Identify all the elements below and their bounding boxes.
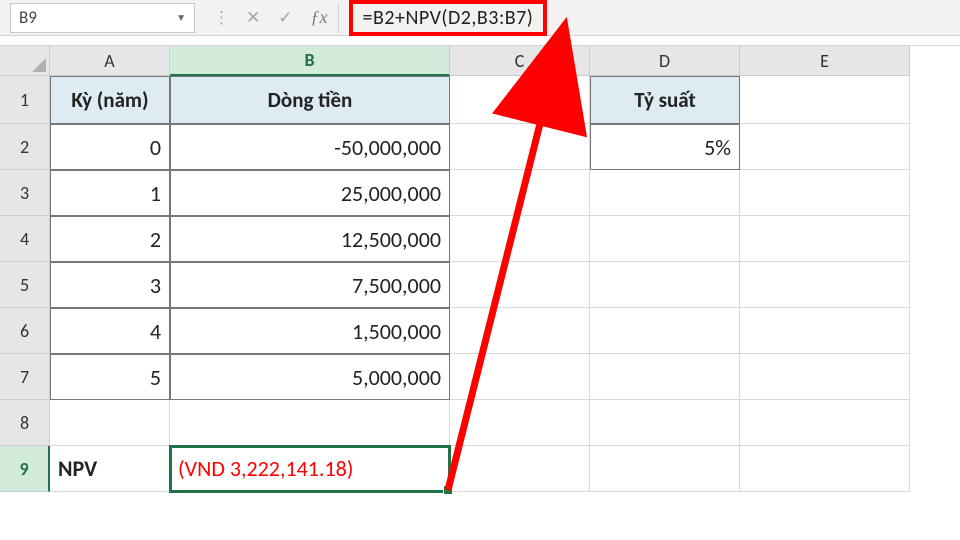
- row-header-9[interactable]: 9: [0, 446, 50, 492]
- enter-icon[interactable]: ✓: [278, 7, 292, 28]
- col-header-E[interactable]: E: [740, 46, 910, 76]
- name-box[interactable]: B9 ▼: [10, 3, 195, 33]
- row-header-6[interactable]: 6: [0, 308, 50, 354]
- column-header-row: A B C D E: [0, 46, 960, 76]
- cell-B7[interactable]: 5,000,000: [170, 354, 450, 400]
- formula-text: =B2+NPV(D2,B3:B7): [349, 0, 548, 36]
- cell-E5[interactable]: [740, 262, 910, 308]
- vertical-dots-icon: ⋮: [213, 7, 228, 28]
- cell-E6[interactable]: [740, 308, 910, 354]
- row-header-4[interactable]: 4: [0, 216, 50, 262]
- grid-row: 5 3 7,500,000: [0, 262, 960, 308]
- cell-A1[interactable]: Kỳ (năm): [50, 76, 170, 124]
- cell-A7[interactable]: 5: [50, 354, 170, 400]
- cell-E7[interactable]: [740, 354, 910, 400]
- cell-E2[interactable]: [740, 124, 910, 170]
- cell-B2[interactable]: -50,000,000: [170, 124, 450, 170]
- spacer: [0, 36, 960, 46]
- select-all-corner[interactable]: [0, 46, 50, 76]
- cell-D6[interactable]: [590, 308, 740, 354]
- cell-D1[interactable]: Tỷ suất: [590, 76, 740, 124]
- grid-row: 9 NPV (VND 3,222,141.18): [0, 446, 960, 492]
- grid-row: 3 1 25,000,000: [0, 170, 960, 216]
- cell-D9[interactable]: [590, 446, 740, 492]
- col-header-D[interactable]: D: [590, 46, 740, 76]
- row-header-5[interactable]: 5: [0, 262, 50, 308]
- cell-D4[interactable]: [590, 216, 740, 262]
- row-header-2[interactable]: 2: [0, 124, 50, 170]
- cell-A8[interactable]: [50, 400, 170, 446]
- cell-C6[interactable]: [450, 308, 590, 354]
- cell-B8[interactable]: [170, 400, 450, 446]
- cell-E4[interactable]: [740, 216, 910, 262]
- cell-C2[interactable]: [450, 124, 590, 170]
- cell-A4[interactable]: 2: [50, 216, 170, 262]
- row-header-8[interactable]: 8: [0, 400, 50, 446]
- grid-row: 8: [0, 400, 960, 446]
- cell-B6[interactable]: 1,500,000: [170, 308, 450, 354]
- cell-D8[interactable]: [590, 400, 740, 446]
- cell-C5[interactable]: [450, 262, 590, 308]
- cell-C7[interactable]: [450, 354, 590, 400]
- cell-D3[interactable]: [590, 170, 740, 216]
- fx-icon[interactable]: ƒx: [307, 3, 339, 33]
- grid-row: 7 5 5,000,000: [0, 354, 960, 400]
- cell-A9[interactable]: NPV: [50, 446, 170, 492]
- cell-B1[interactable]: Dòng tiền: [170, 76, 450, 124]
- row-header-1[interactable]: 1: [0, 76, 50, 124]
- grid-row: 2 0 -50,000,000 5%: [0, 124, 960, 170]
- cell-E3[interactable]: [740, 170, 910, 216]
- cancel-icon[interactable]: ✕: [246, 7, 260, 28]
- cell-B3[interactable]: 25,000,000: [170, 170, 450, 216]
- name-box-value: B9: [19, 7, 37, 28]
- col-header-A[interactable]: A: [50, 46, 170, 76]
- formula-bar: B9 ▼ ⋮ ✕ ✓ ƒx =B2+NPV(D2,B3:B7): [0, 0, 960, 36]
- chevron-down-icon[interactable]: ▼: [176, 11, 186, 24]
- cell-D2[interactable]: 5%: [590, 124, 740, 170]
- cell-C4[interactable]: [450, 216, 590, 262]
- cell-B9-selected[interactable]: (VND 3,222,141.18): [170, 446, 450, 492]
- formula-input-area[interactable]: =B2+NPV(D2,B3:B7): [339, 3, 960, 33]
- formula-bar-buttons: ⋮ ✕ ✓: [199, 7, 307, 28]
- cell-D5[interactable]: [590, 262, 740, 308]
- cell-B4[interactable]: 12,500,000: [170, 216, 450, 262]
- col-header-C[interactable]: C: [450, 46, 590, 76]
- cell-E1[interactable]: [740, 76, 910, 124]
- col-header-B[interactable]: B: [170, 46, 450, 76]
- cell-E9[interactable]: [740, 446, 910, 492]
- cell-C8[interactable]: [450, 400, 590, 446]
- cell-C1[interactable]: [450, 76, 590, 124]
- cell-E8[interactable]: [740, 400, 910, 446]
- cell-A6[interactable]: 4: [50, 308, 170, 354]
- cell-C9[interactable]: [450, 446, 590, 492]
- cell-A2[interactable]: 0: [50, 124, 170, 170]
- row-header-7[interactable]: 7: [0, 354, 50, 400]
- cell-A3[interactable]: 1: [50, 170, 170, 216]
- grid-row: 6 4 1,500,000: [0, 308, 960, 354]
- grid-row: 4 2 12,500,000: [0, 216, 960, 262]
- cell-B5[interactable]: 7,500,000: [170, 262, 450, 308]
- cell-A5[interactable]: 3: [50, 262, 170, 308]
- grid-row: 1 Kỳ (năm) Dòng tiền Tỷ suất: [0, 76, 960, 124]
- cell-D7[interactable]: [590, 354, 740, 400]
- row-header-3[interactable]: 3: [0, 170, 50, 216]
- cell-C3[interactable]: [450, 170, 590, 216]
